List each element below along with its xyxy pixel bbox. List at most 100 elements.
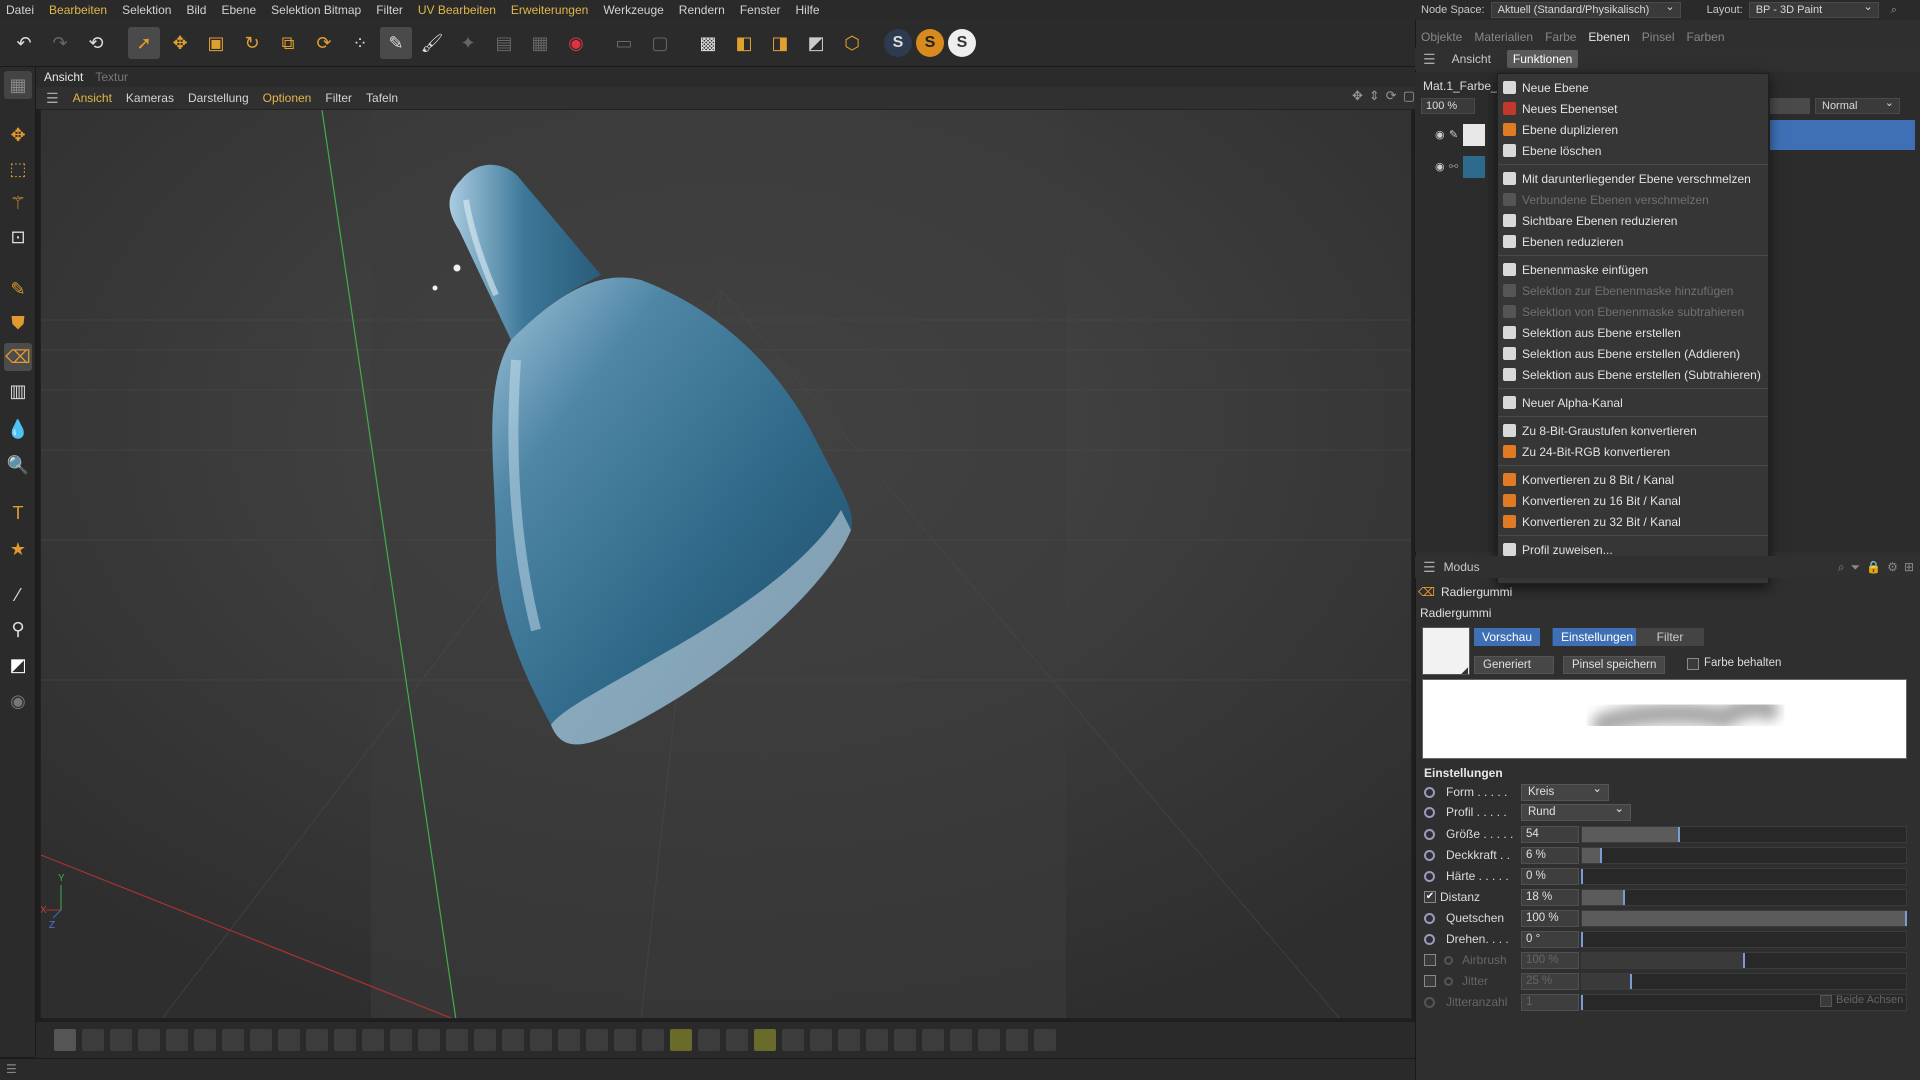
menu-bild[interactable]: Bild [186, 3, 206, 17]
menu-item[interactable]: Neuer Alpha-Kanal [1498, 392, 1768, 413]
both-axes-checkbox[interactable] [1820, 995, 1832, 1007]
menu-uv-bearbeiten[interactable]: UV Bearbeiten [418, 3, 496, 17]
generated-dropdown[interactable]: Generiert [1474, 656, 1554, 674]
param-slider[interactable] [1581, 826, 1907, 843]
layout-dropdown[interactable]: BP - 3D Paint [1748, 0, 1879, 18]
quickmask-icon[interactable]: ◉ [4, 687, 32, 715]
menu-item[interactable]: Konvertieren zu 32 Bit / Kanal [1498, 511, 1768, 532]
drop-icon[interactable]: 💧 [4, 415, 32, 443]
undo-icon[interactable]: ↶ [8, 27, 40, 59]
param-value-field[interactable]: 18 % [1521, 889, 1579, 906]
menu-item[interactable]: Selektion aus Ebene erstellen (Addieren) [1498, 343, 1768, 364]
redo-icon[interactable]: ↷ [44, 27, 76, 59]
maximize-icon[interactable]: ▢ [1403, 88, 1415, 104]
animate-radio[interactable] [1424, 934, 1435, 945]
eraser-icon[interactable]: ⌫ [4, 343, 32, 371]
viewport-menu-darstellung[interactable]: Darstellung [188, 91, 249, 105]
menu-item[interactable]: Zu 8-Bit-Graustufen konvertieren [1498, 420, 1768, 441]
tool-r-icon[interactable] [1034, 1029, 1056, 1051]
render-icon[interactable]: ◉ [560, 27, 592, 59]
param-checkbox[interactable] [1424, 975, 1436, 987]
expand-triangle-icon[interactable]: ◢ [1461, 665, 1468, 676]
tool-f-icon[interactable] [698, 1029, 720, 1051]
cross-c-icon[interactable] [530, 1029, 552, 1051]
tab-einstellungen[interactable]: Einstellungen [1552, 628, 1642, 646]
param-value-field[interactable]: 0 ° [1521, 931, 1579, 948]
select-arrow-icon[interactable]: ➚ [128, 27, 160, 59]
tab-textur[interactable]: Textur [95, 70, 128, 84]
animate-radio[interactable] [1424, 829, 1435, 840]
checker-icon[interactable]: ▩ [692, 27, 724, 59]
tab-pinsel[interactable]: Pinsel [1642, 30, 1675, 44]
select-icon[interactable] [82, 1029, 104, 1051]
menu-ebene[interactable]: Ebene [221, 3, 256, 17]
layout-tool-icon[interactable]: ▦ [4, 71, 32, 99]
animate-radio[interactable] [1424, 850, 1435, 861]
search-icon[interactable]: ⌕ [1891, 4, 1897, 17]
tool-k-icon[interactable] [838, 1029, 860, 1051]
animate-radio[interactable] [1424, 787, 1435, 798]
gradient-icon[interactable]: ▥ [4, 377, 32, 405]
3d-viewport[interactable]: Y X Z [40, 109, 1412, 1019]
param-slider[interactable] [1581, 931, 1907, 948]
eye-icon[interactable]: ◉ [1435, 128, 1445, 141]
tile-icon[interactable]: ▦ [524, 27, 556, 59]
pan-icon[interactable]: ✥ [1352, 88, 1363, 104]
points-icon[interactable]: ⁘ [344, 27, 376, 59]
viewport-menu-filter[interactable]: Filter [325, 91, 352, 105]
hamburger-icon[interactable]: ☰ [46, 90, 59, 107]
brush-c-icon[interactable] [166, 1029, 188, 1051]
menu-rendern[interactable]: Rendern [679, 3, 725, 17]
eye-icon[interactable]: ◉ [1435, 160, 1445, 173]
projection-icon[interactable]: ✦ [452, 27, 484, 59]
animate-radio[interactable] [1444, 977, 1453, 986]
tab-vorschau[interactable]: Vorschau [1474, 628, 1541, 646]
grid-g-icon[interactable] [362, 1029, 384, 1051]
menu-item[interactable]: Neues Ebenenset [1498, 98, 1768, 119]
eyedropper-icon[interactable]: ⁄ [4, 581, 32, 609]
zoom-icon[interactable]: ⇕ [1369, 88, 1380, 104]
grid-c-icon[interactable] [250, 1029, 272, 1051]
dodge-icon[interactable]: 🔍 [4, 451, 32, 479]
rect-select-icon[interactable]: ⬚ [4, 155, 32, 183]
zoom-field[interactable]: 100 % [1421, 98, 1475, 114]
viewport-menu-ansicht[interactable]: Ansicht [73, 91, 112, 105]
tool-m-icon[interactable] [894, 1029, 916, 1051]
tab-objekte[interactable]: Objekte [1421, 30, 1462, 44]
tab-ebenen[interactable]: Ebenen [1588, 30, 1629, 44]
animate-radio[interactable] [1424, 913, 1435, 924]
param-value-field[interactable]: 1 [1521, 994, 1579, 1011]
menu-werkzeuge[interactable]: Werkzeuge [603, 3, 663, 17]
tool-b-icon[interactable] [586, 1029, 608, 1051]
frame-a-icon[interactable] [390, 1029, 412, 1051]
param-value-field[interactable]: 100 % [1521, 952, 1579, 969]
tool-o-icon[interactable] [950, 1029, 972, 1051]
tool-h-icon[interactable] [754, 1029, 776, 1051]
brush-icon[interactable]: 🖌 [416, 27, 448, 59]
layer-menu-ansicht[interactable]: Ansicht [1446, 50, 1497, 68]
menu-item[interactable]: Selektion aus Ebene erstellen [1498, 322, 1768, 343]
keep-color-checkbox[interactable] [1687, 658, 1699, 670]
viewport-menu-kameras[interactable]: Kameras [126, 91, 174, 105]
cross-a-icon[interactable] [474, 1029, 496, 1051]
param-slider[interactable] [1581, 910, 1907, 927]
menu-item[interactable]: Ebenenmaske einfügen [1498, 259, 1768, 280]
settings-icon[interactable]: ⚙ [1887, 560, 1898, 575]
menu-selektion[interactable]: Selektion [122, 3, 171, 17]
orbit-icon[interactable]: ⟳ [1386, 88, 1397, 104]
menu-erweiterungen[interactable]: Erweiterungen [511, 3, 588, 17]
param-value-field[interactable]: 54 [1521, 826, 1579, 843]
animate-radio[interactable] [1424, 997, 1435, 1008]
magic-wand-icon[interactable]: ⚚ [4, 189, 32, 217]
snap-s-orange-icon[interactable]: S [916, 29, 944, 57]
animate-radio[interactable] [1424, 871, 1435, 882]
menu-bearbeiten[interactable]: Bearbeiten [49, 3, 107, 17]
snap-s-icon[interactable]: S [884, 29, 912, 57]
tool-l-icon[interactable] [866, 1029, 888, 1051]
param-value-field[interactable]: 0 % [1521, 868, 1579, 885]
cube-light-icon[interactable]: ⬡ [836, 27, 868, 59]
blend-mode-dropdown[interactable]: Normal [1815, 96, 1900, 114]
cube-side-icon[interactable]: ◨ [764, 27, 796, 59]
transform-select-icon[interactable]: ⊡ [4, 223, 32, 251]
reset-icon[interactable]: ⟲ [80, 27, 112, 59]
